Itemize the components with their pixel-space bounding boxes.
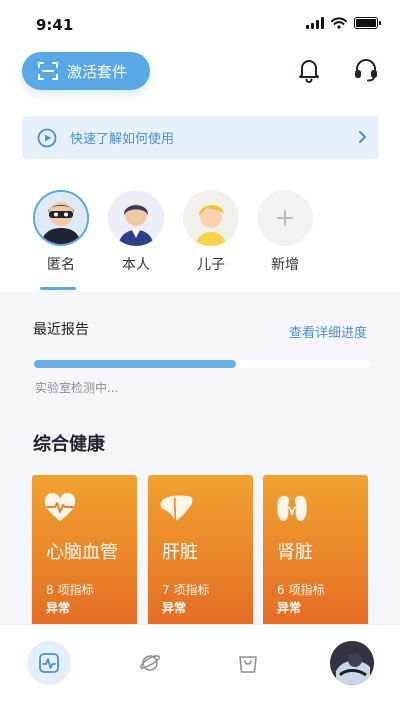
card-indicator-count: 6 项指标: [277, 583, 325, 597]
profile-son[interactable]: 儿子: [179, 190, 243, 274]
recent-report-title: 最近报告: [33, 322, 89, 338]
profile-name: 匿名: [47, 257, 75, 273]
tab-explore[interactable]: [128, 641, 172, 685]
play-circle-icon: [37, 128, 57, 147]
signal-icon: [306, 17, 324, 29]
card-status: 异常: [277, 601, 302, 615]
health-card-kidney[interactable]: 肾脏 6 项指标 异常: [263, 475, 368, 630]
view-progress-link[interactable]: 查看详细进度: [289, 322, 367, 341]
health-card-cardiovascular[interactable]: 心脑血管 8 项指标 异常: [32, 475, 137, 630]
tab-health[interactable]: [27, 641, 71, 685]
health-pulse-icon: [39, 653, 59, 673]
bottom-tab-bar: [0, 624, 400, 710]
profile-name: 新增: [271, 257, 299, 273]
profile-add[interactable]: 新增: [253, 190, 317, 274]
status-icons: [306, 17, 381, 29]
scan-icon: [38, 62, 58, 80]
health-section-title: 综合健康: [33, 434, 105, 455]
profile-switcher: 匿名 本人 儿子 新增: [0, 190, 400, 290]
son-avatar: [183, 190, 239, 246]
profile-name: 本人: [122, 257, 150, 273]
tab-shop[interactable]: [226, 641, 270, 685]
card-indicator-count: 7 项指标: [162, 583, 210, 597]
card-name: 心脑血管: [46, 542, 118, 563]
selected-profile-indicator: [40, 287, 76, 290]
liver-icon: [160, 495, 193, 522]
status-time: 9:41: [36, 16, 74, 34]
bell-icon[interactable]: [296, 57, 322, 83]
profile-name: 儿子: [197, 257, 225, 273]
kidney-icon: [277, 495, 307, 521]
report-progress-bar: [34, 360, 370, 368]
report-status: 实验室检测中...: [35, 381, 119, 395]
self-avatar: [108, 190, 164, 246]
add-profile-button: [257, 190, 313, 246]
anonymous-avatar: [33, 190, 89, 246]
card-name: 肾脏: [277, 542, 313, 563]
wifi-icon: [331, 17, 347, 29]
activate-kit-button[interactable]: 激活套件: [22, 52, 150, 90]
customer-service-icon[interactable]: [353, 57, 379, 83]
profile-self[interactable]: 本人: [104, 190, 168, 274]
health-card-liver[interactable]: 肝脏 7 项指标 异常: [148, 475, 253, 630]
planet-icon: [140, 655, 160, 671]
user-avatar: [330, 641, 374, 685]
card-status: 异常: [46, 601, 71, 615]
plus-icon: [277, 210, 293, 226]
heart-pulse-icon: [44, 493, 76, 521]
report-progress-fill: [34, 360, 236, 368]
shopping-bag-icon: [239, 656, 257, 673]
tab-profile[interactable]: [330, 641, 374, 685]
tutorial-banner[interactable]: 快速了解如何使用: [22, 116, 379, 159]
card-name: 肝脏: [162, 542, 198, 563]
activate-kit-label: 激活套件: [67, 62, 128, 81]
card-indicator-count: 8 项指标: [46, 583, 94, 597]
card-status: 异常: [162, 601, 187, 615]
chevron-right-icon: [359, 131, 366, 143]
tutorial-banner-text: 快速了解如何使用: [70, 132, 175, 147]
status-bar: 9:41: [0, 0, 400, 44]
profile-anonymous[interactable]: 匿名: [29, 190, 93, 274]
battery-icon: [354, 17, 381, 29]
